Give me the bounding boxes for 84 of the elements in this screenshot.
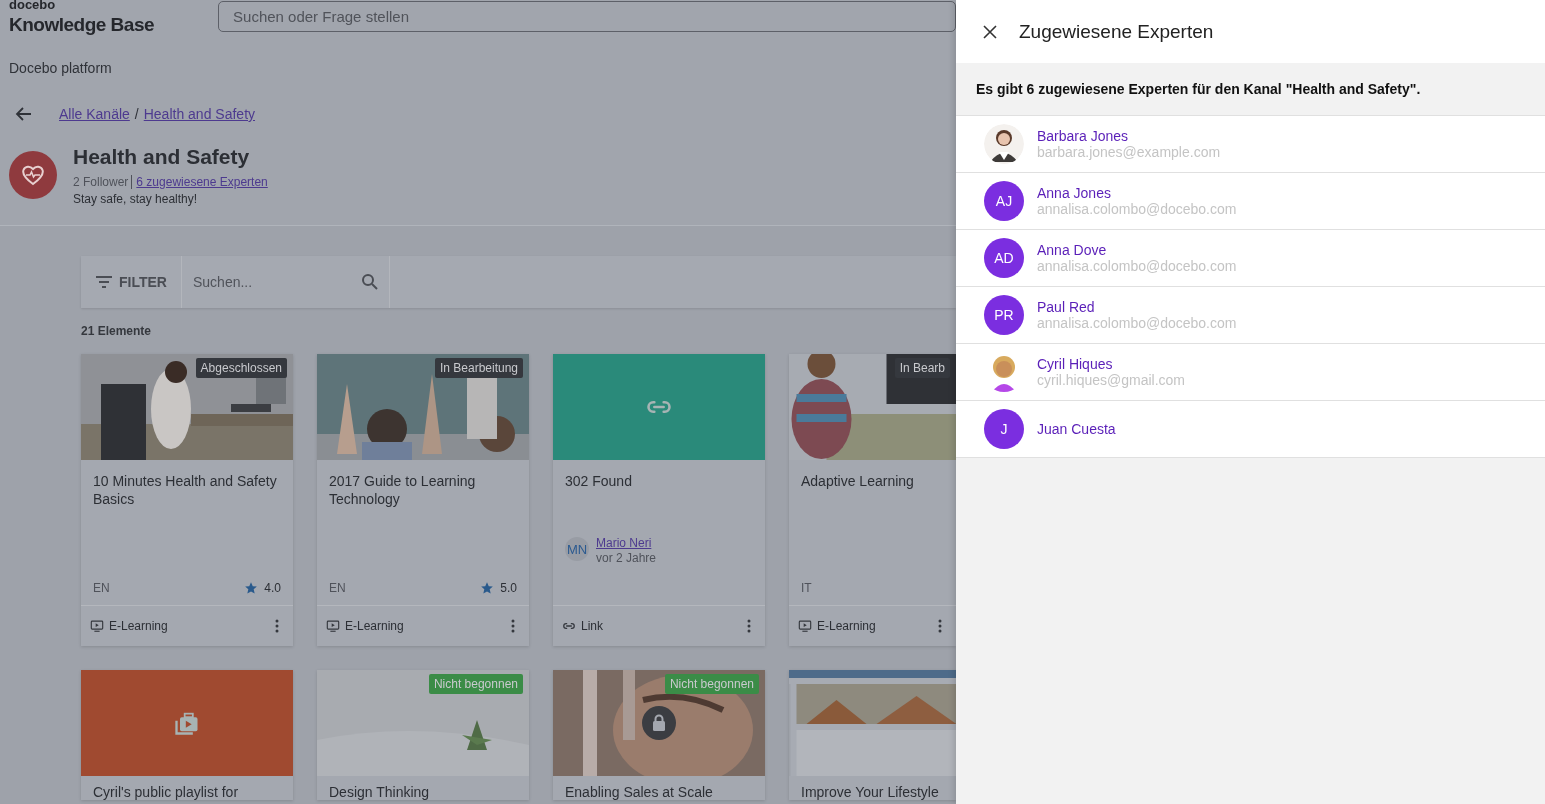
type-label: Link (581, 619, 603, 633)
rating-value: 5.0 (500, 581, 517, 595)
experts-notice: Es gibt 6 zugewiesene Experten für den Kanal "Health and Safety". (976, 81, 1421, 97)
avatar: AJ (984, 181, 1024, 221)
follower-count: 2 Follower (73, 175, 133, 189)
course-card[interactable]: In Bearbeitung 2017 Guide to Learning Technology EN 5.0 E-Learning (317, 354, 529, 646)
more-icon[interactable] (938, 619, 942, 633)
expert-name: Paul Red (1037, 299, 1096, 315)
course-card[interactable]: Abgeschlossen 10 Minutes Health and Safety Basics EN 4.0 E-Learning (81, 354, 293, 646)
expert-name: Cyril Hiques (1037, 356, 1114, 372)
status-badge: Abgeschlossen (195, 358, 287, 378)
rating-value: 4.0 (264, 581, 281, 595)
star-icon (244, 581, 259, 595)
expert-email: annalisa.colombo@docebo.com (1037, 258, 1237, 274)
expert-name: Barbara Jones (1037, 128, 1130, 144)
breadcrumb-link[interactable]: Health and Safety (143, 106, 255, 122)
heart-pulse-icon (9, 151, 57, 199)
card-title: Adaptive Learning (801, 472, 915, 490)
status-badge: Nicht begonnen (664, 674, 759, 694)
more-icon[interactable] (275, 619, 279, 633)
card-title: 302 Found (565, 472, 633, 490)
search-field[interactable]: Suchen... (191, 273, 361, 291)
author-time: vor 2 Jahre (596, 551, 657, 565)
status-badge: In Bearb (894, 358, 950, 378)
language-label: EN (329, 581, 346, 595)
author-link[interactable]: Mario Neri (596, 536, 652, 550)
channel-title: Health and Safety (73, 145, 251, 169)
breadcrumb-separator: / (134, 106, 139, 122)
expert-email: annalisa.colombo@docebo.com (1037, 315, 1237, 331)
type-label: E-Learning (345, 619, 404, 633)
status-badge: Nicht begonnen (428, 674, 523, 694)
breadcrumb-link[interactable]: Alle Kanäle (59, 106, 130, 122)
card-title: Cyril's public playlist for (93, 784, 240, 800)
expert-email: cyril.hiques@gmail.com (1037, 372, 1186, 388)
card-title: 10 Minutes Health and Safety Basics (93, 472, 278, 508)
more-icon[interactable] (511, 619, 515, 633)
card-title: 2017 Guide to Learning Technology (329, 472, 477, 508)
status-badge: In Bearbeitung (434, 358, 523, 378)
language-label: EN (93, 581, 110, 595)
course-card[interactable]: Improve Your Lifestyle (789, 670, 956, 800)
avatar: AD (984, 238, 1024, 278)
expert-row[interactable]: Barbara Jones barbara.jones@example.com (956, 116, 1545, 173)
language-label: IT (801, 581, 812, 595)
avatar: J (984, 409, 1024, 449)
video-icon (798, 619, 812, 633)
platform-name: Docebo platform (9, 60, 113, 76)
more-icon[interactable] (747, 619, 751, 633)
video-icon (90, 619, 104, 633)
avatar: PR (984, 295, 1024, 335)
back-arrow-icon[interactable] (15, 105, 33, 123)
card-title: Design Thinking (329, 784, 431, 800)
course-card[interactable]: Nicht begonnen Enabling Sales at Scale (553, 670, 765, 800)
filter-icon (95, 275, 113, 289)
brand-logo: docebo (9, 0, 57, 10)
expert-row[interactable]: AJ Anna Jones annalisa.colombo@docebo.com (956, 173, 1545, 230)
card-title: Enabling Sales at Scale (565, 784, 714, 800)
filter-button[interactable]: FILTER (81, 256, 182, 308)
expert-row[interactable]: PR Paul Red annalisa.colombo@docebo.com (956, 287, 1545, 344)
search-field[interactable]: Suchen oder Frage stellen (218, 1, 956, 32)
star-icon (480, 581, 495, 595)
experts-link[interactable]: 6 zugewiesene Experten (136, 175, 268, 189)
close-icon[interactable] (983, 24, 997, 39)
type-label: E-Learning (817, 619, 876, 633)
course-card[interactable]: Nicht begonnen Design Thinking (317, 670, 529, 800)
expert-name: Juan Cuesta (1037, 421, 1116, 437)
expert-row[interactable]: Cyril Hiques cyril.hiques@gmail.com (956, 344, 1545, 401)
expert-row[interactable]: J Juan Cuesta (956, 401, 1545, 458)
panel-title: Zugewiesene Experten (1019, 20, 1214, 43)
site-title: Knowledge Base (9, 14, 155, 36)
author-avatar: MN (565, 537, 589, 561)
search-icon[interactable] (361, 273, 379, 291)
expert-email: annalisa.colombo@docebo.com (1037, 201, 1237, 217)
avatar (984, 124, 1024, 164)
item-count: 21 Elemente (81, 324, 153, 338)
channel-description: Stay safe, stay healthy! (73, 192, 199, 206)
type-label: E-Learning (109, 619, 168, 633)
course-card[interactable]: In Bearb Adaptive Learning IT E-Learning (789, 354, 956, 646)
expert-name: Anna Dove (1037, 242, 1108, 258)
expert-row[interactable]: AD Anna Dove annalisa.colombo@docebo.com (956, 230, 1545, 287)
expert-email: barbara.jones@example.com (1037, 144, 1221, 160)
card-title: Improve Your Lifestyle (801, 784, 940, 800)
expert-name: Anna Jones (1037, 185, 1112, 201)
video-icon (326, 619, 340, 633)
course-card[interactable]: Cyril's public playlist for (81, 670, 293, 800)
